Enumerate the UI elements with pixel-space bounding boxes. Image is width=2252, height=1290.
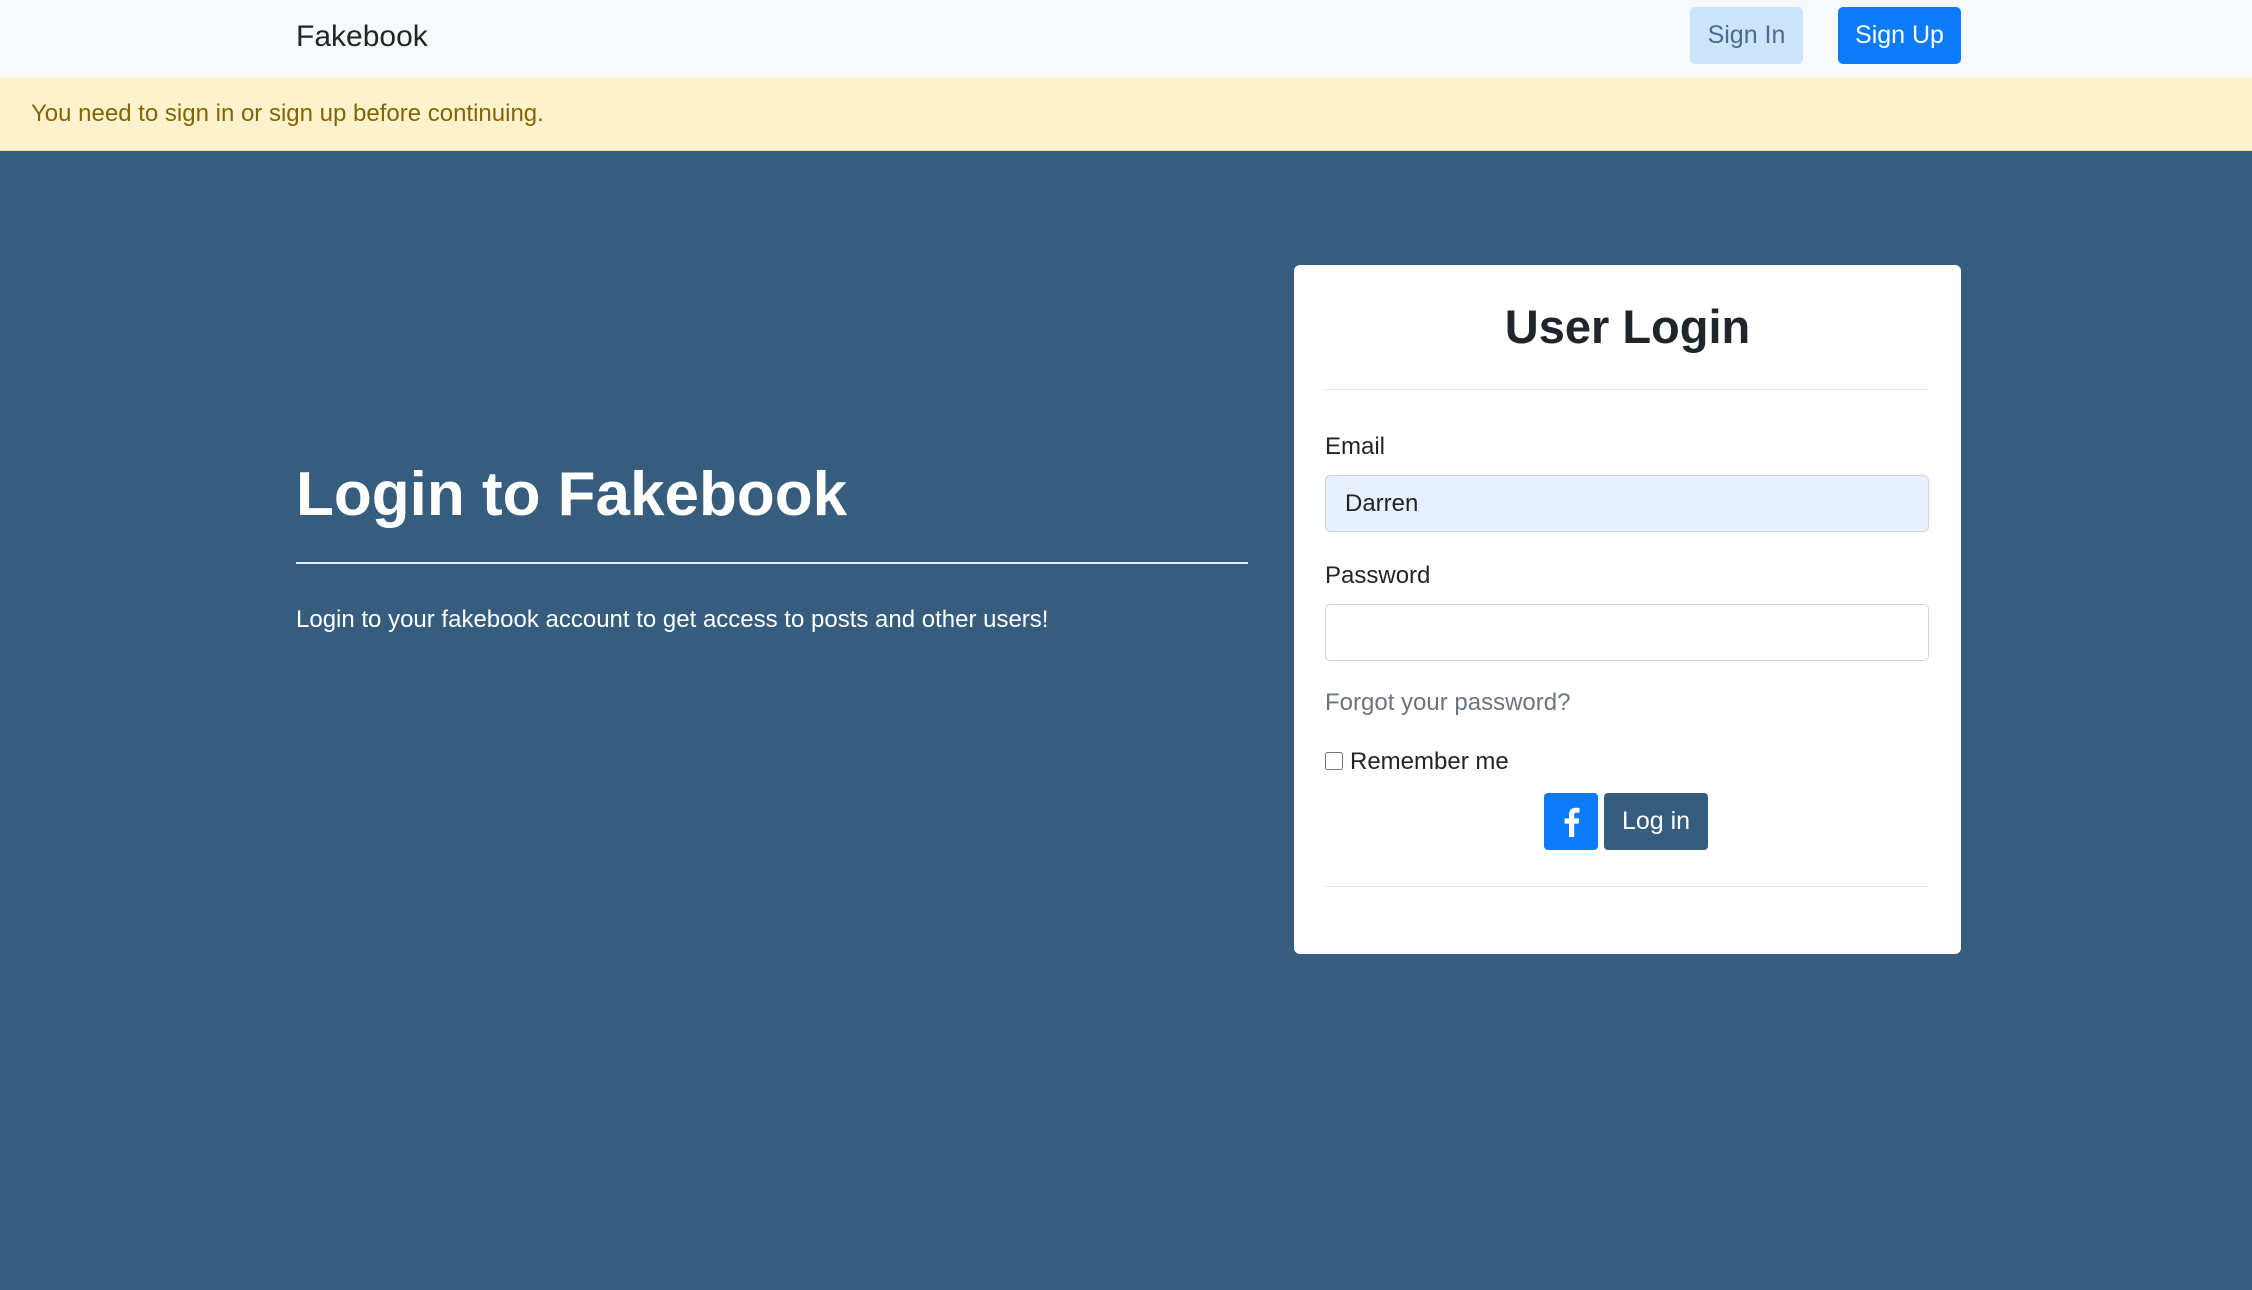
log-in-button[interactable]: Log in: [1604, 793, 1708, 850]
sign-in-button[interactable]: Sign In: [1690, 7, 1803, 64]
remember-me-checkbox[interactable]: [1325, 752, 1343, 770]
login-card-title: User Login: [1504, 300, 1751, 353]
hero-divider: [296, 562, 1248, 564]
remember-me-label[interactable]: Remember me: [1350, 747, 1509, 777]
alert-banner: You need to sign in or sign up before co…: [0, 77, 2252, 151]
password-field[interactable]: [1325, 604, 1929, 661]
forgot-password-link[interactable]: Forgot your password?: [1325, 688, 1570, 718]
hero-description: Login to your fakebook account to get ac…: [296, 606, 1049, 633]
alert-message: You need to sign in or sign up before co…: [31, 100, 544, 127]
brand-link[interactable]: Fakebook: [296, 17, 428, 57]
login-card: User Login Email Password Forgot your pa…: [1294, 265, 1961, 954]
sign-up-button[interactable]: Sign Up: [1838, 7, 1961, 64]
card-divider-top: [1325, 389, 1929, 390]
facebook-login-button[interactable]: [1544, 793, 1598, 850]
email-field[interactable]: [1325, 475, 1929, 532]
facebook-f-icon: [1562, 807, 1580, 837]
email-label: Email: [1325, 433, 1386, 460]
password-label: Password: [1325, 562, 1431, 589]
card-divider-bottom: [1325, 886, 1929, 887]
page-title: Login to Fakebook: [296, 460, 848, 529]
navbar: Fakebook Sign In Sign Up: [0, 0, 2252, 77]
